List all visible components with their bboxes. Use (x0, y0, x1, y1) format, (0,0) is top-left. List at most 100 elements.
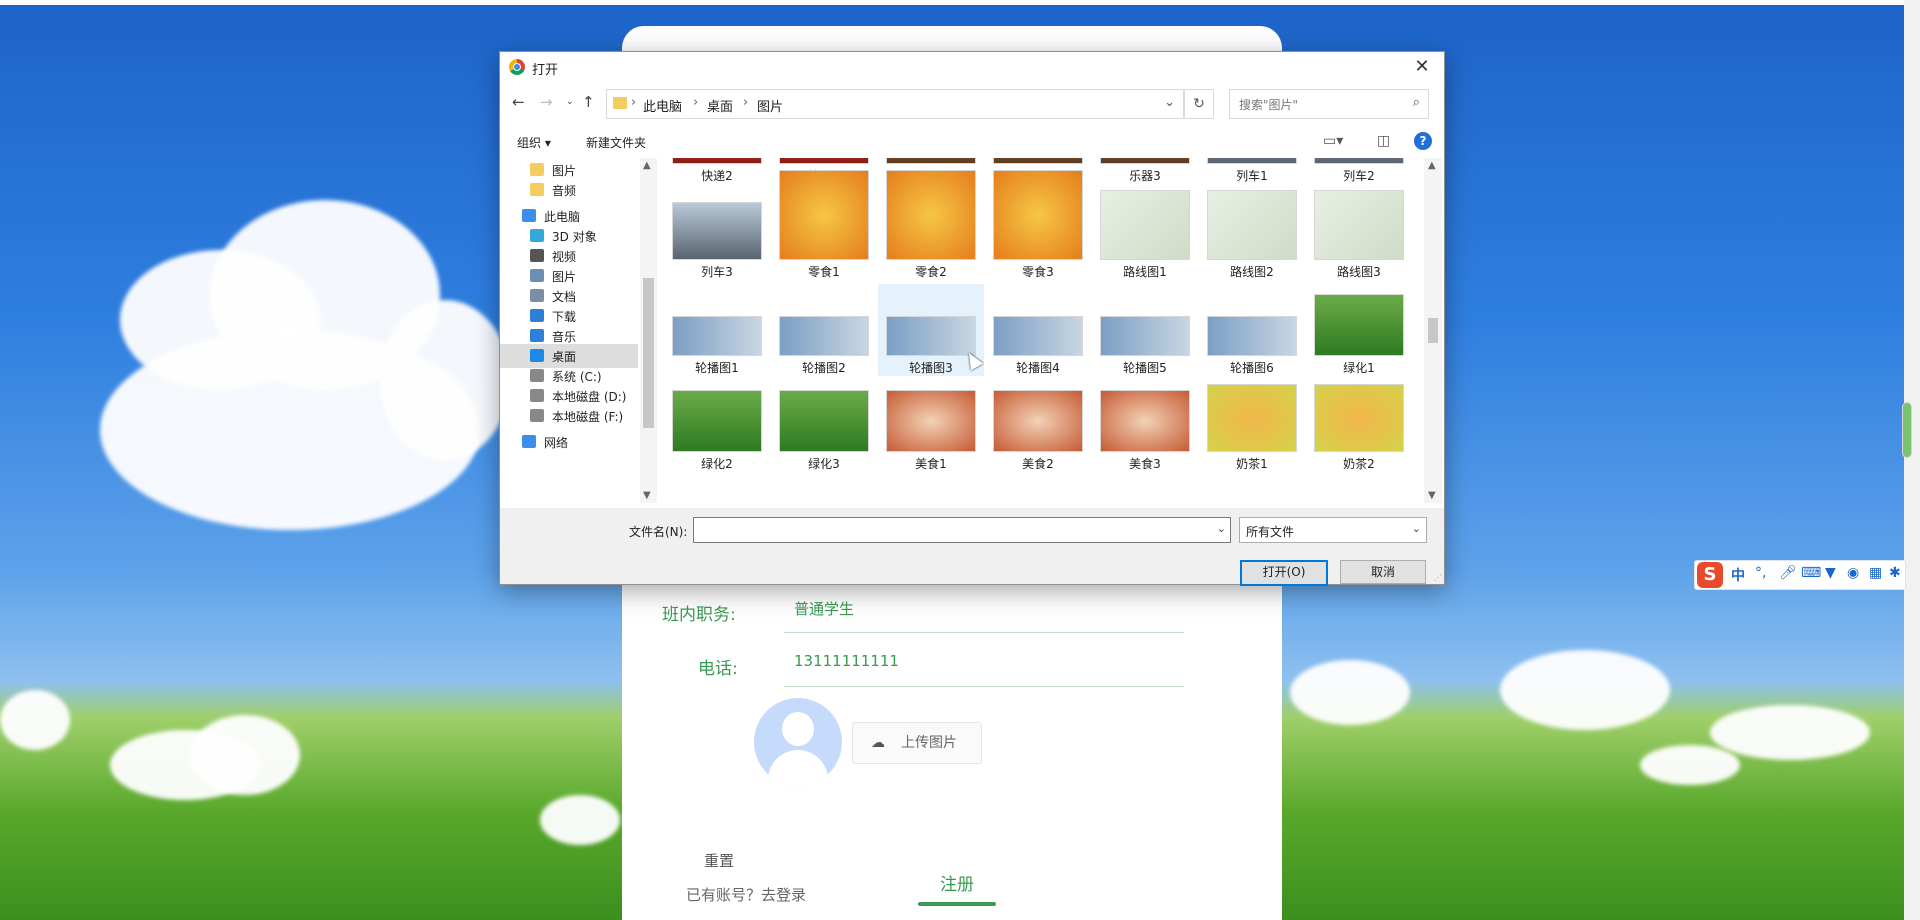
file-item[interactable]: 零食3 (985, 170, 1091, 280)
file-item[interactable]: 路线图3 (1306, 188, 1412, 280)
upload-label: 上传图片 (901, 735, 957, 751)
navigation-bar: ← → ⌄ ↑ › 此电脑 › 桌面 › 图片 ⌄ ↻ 搜索"图片" ⌕ (500, 86, 1444, 120)
computer-icon (522, 209, 536, 222)
file-type-select[interactable]: 所有文件 ⌄ (1239, 517, 1427, 543)
search-box[interactable]: 搜索"图片" ⌕ (1229, 89, 1429, 119)
file-item[interactable]: 乐器3 (1092, 158, 1198, 184)
image-thumbnail (1207, 190, 1297, 260)
register-button[interactable]: 注册 (918, 870, 996, 895)
file-item[interactable]: 轮播图5 (1092, 284, 1198, 376)
recent-locations-chevron-icon[interactable]: ⌄ (566, 97, 574, 107)
file-item[interactable]: 奶茶1 (1199, 380, 1305, 472)
help-icon[interactable]: ? (1414, 132, 1432, 150)
filename-label: 文件名(N): (629, 525, 688, 539)
dialog-titlebar[interactable]: 打开 ✕ (500, 52, 1444, 82)
dialog-title: 打开 (532, 63, 559, 78)
go-login-link[interactable]: 已有账号？去登录 (686, 884, 806, 905)
scroll-up-icon[interactable]: ▲ (643, 160, 651, 171)
download-icon (530, 309, 544, 322)
grid-icon[interactable]: ▦ (1869, 565, 1882, 581)
image-thumbnail (1314, 158, 1404, 164)
refresh-button[interactable]: ↻ (1184, 89, 1214, 119)
reset-button[interactable]: 重置 (704, 850, 734, 871)
preview-pane-icon[interactable]: ◫ (1377, 133, 1390, 149)
network-icon (522, 435, 536, 448)
scroll-down-icon[interactable]: ▼ (643, 490, 651, 501)
file-item[interactable]: 轮播图1 (664, 284, 770, 376)
back-arrow-icon[interactable]: ← (512, 93, 525, 111)
page-scrollbar-thumb[interactable] (1902, 402, 1912, 458)
file-item[interactable]: 快递2 (664, 158, 770, 184)
file-item[interactable]: 美食3 (1092, 380, 1198, 472)
scroll-up-icon[interactable]: ▲ (1428, 160, 1436, 171)
file-item[interactable]: 零食2 (878, 170, 984, 280)
file-item[interactable]: 轮播图4 (985, 284, 1091, 376)
page-scrollbar[interactable] (1902, 0, 1920, 920)
file-item[interactable]: 美食2 (985, 380, 1091, 472)
file-name: 轮播图6 (1230, 361, 1274, 375)
breadcrumb-this-pc[interactable]: 此电脑 (643, 96, 682, 115)
image-thumbnail (1314, 190, 1404, 260)
file-view-scrollbar[interactable]: ▲ ▼ (1424, 158, 1442, 503)
close-button[interactable]: ✕ (1400, 52, 1444, 82)
skin-icon[interactable]: ▼ (1825, 565, 1836, 581)
file-item[interactable]: 绿化2 (664, 380, 770, 472)
file-name: 路线图3 (1337, 265, 1381, 279)
file-name: 快递2 (701, 169, 733, 183)
new-folder-button[interactable]: 新建文件夹 (586, 134, 646, 151)
open-file-dialog: 打开 ✕ ← → ⌄ ↑ › 此电脑 › 桌面 › 图片 ⌄ ↻ 搜索"图片" … (499, 51, 1445, 586)
nav-item[interactable]: 音频 (500, 178, 638, 202)
cancel-button[interactable]: 取消 (1340, 560, 1426, 584)
phone-input[interactable]: 13111111111 (794, 652, 899, 670)
chevron-down-icon[interactable]: ⌄ (1164, 95, 1175, 110)
scrollbar-thumb[interactable] (1428, 318, 1438, 343)
file-item[interactable]: 路线图2 (1199, 188, 1305, 280)
file-item[interactable]: 轮播图2 (771, 284, 877, 376)
chevron-down-icon[interactable]: ⌄ (1217, 522, 1226, 535)
file-item[interactable]: 零食1 (771, 170, 877, 280)
file-item[interactable]: 绿化3 (771, 380, 877, 472)
folder-icon (530, 183, 544, 196)
chevron-down-icon[interactable]: ⌄ (1412, 522, 1421, 535)
nav-item-label: 本地磁盘 (F:) (552, 410, 624, 424)
scrollbar-thumb[interactable] (643, 278, 654, 428)
organize-button[interactable]: 组织 ▾ (517, 134, 551, 151)
file-item[interactable]: 列车1 (1199, 158, 1305, 184)
nav-item[interactable]: 网络 (500, 430, 638, 454)
file-item[interactable]: 轮播图6 (1199, 284, 1305, 376)
address-bar[interactable]: › 此电脑 › 桌面 › 图片 ⌄ (606, 89, 1184, 119)
ime-mode-toggle[interactable]: 中 (1731, 565, 1745, 585)
file-item[interactable]: 列车2 (1306, 158, 1412, 184)
image-thumbnail (1100, 158, 1190, 164)
sogou-logo-icon[interactable]: S (1697, 562, 1723, 588)
punctuation-icon[interactable]: °, (1755, 565, 1766, 581)
filename-input[interactable]: ⌄ (693, 517, 1231, 543)
breadcrumb-desktop[interactable]: 桌面 (707, 96, 733, 115)
file-item[interactable]: 美食1 (878, 380, 984, 472)
resize-grip-icon[interactable]: ⋰ (1434, 573, 1442, 582)
settings-icon[interactable]: ✱ (1889, 565, 1901, 581)
scroll-down-icon[interactable]: ▼ (1428, 490, 1436, 501)
nav-item[interactable]: 本地磁盘 (F:) (500, 404, 638, 428)
nav-item-label: 本地磁盘 (D:) (552, 390, 627, 404)
forward-arrow-icon[interactable]: → (540, 93, 553, 111)
breadcrumb-pictures[interactable]: 图片 (757, 96, 783, 115)
image-thumbnail (1314, 294, 1404, 356)
position-input[interactable]: 普通学生 (794, 598, 854, 619)
up-arrow-icon[interactable]: ↑ (582, 93, 595, 111)
view-options-icon[interactable]: ▭▾ (1323, 133, 1343, 149)
upload-image-button[interactable]: ☁ 上传图片 (852, 722, 982, 764)
file-item[interactable]: 绿化1 (1306, 284, 1412, 376)
image-thumbnail (993, 170, 1083, 260)
file-name: 轮播图2 (802, 361, 846, 375)
robot-icon[interactable]: ◉ (1847, 565, 1859, 581)
search-input[interactable]: 搜索"图片" (1239, 96, 1298, 113)
file-item[interactable]: 奶茶2 (1306, 380, 1412, 472)
open-button[interactable]: 打开(O) (1240, 560, 1328, 586)
microphone-icon[interactable]: 🎤︎ (1779, 565, 1797, 581)
keyboard-icon[interactable]: ⌨ (1801, 565, 1821, 581)
navigation-pane-scrollbar[interactable]: ▲ ▼ (640, 158, 657, 503)
file-item[interactable]: 列车3 (664, 188, 770, 280)
file-item[interactable]: 路线图1 (1092, 188, 1198, 280)
ime-toolbar[interactable]: S 中 °, 🎤︎ ⌨ ▼ ◉ ▦ ✱ (1694, 560, 1906, 590)
